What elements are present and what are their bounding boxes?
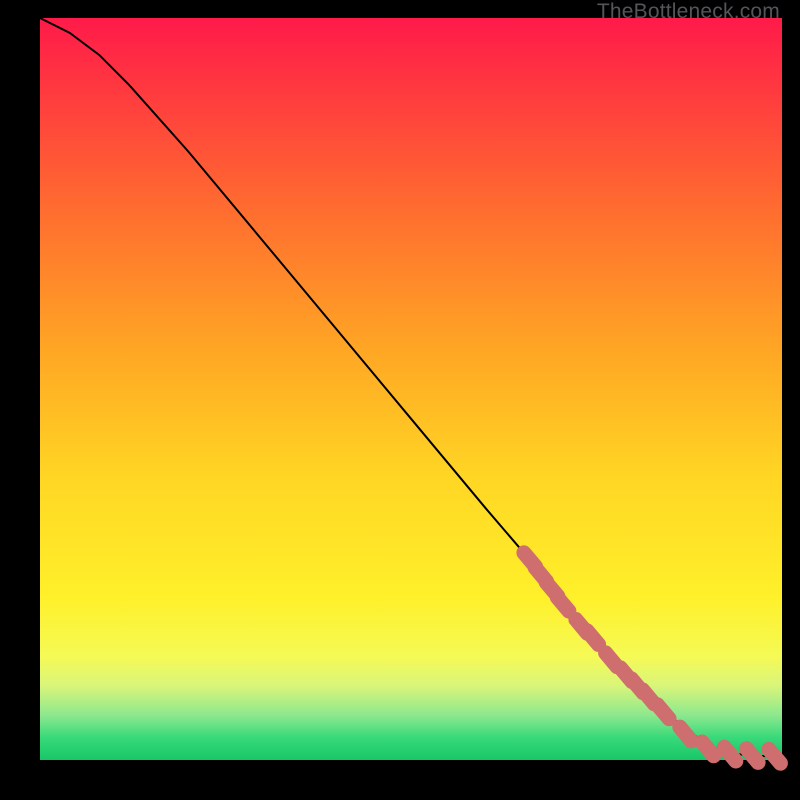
chart-plot-area <box>40 18 782 760</box>
curve-marker <box>587 631 599 645</box>
curve-marker <box>658 705 670 719</box>
curve-marker <box>769 749 781 763</box>
curve-marker <box>702 742 714 756</box>
curve-marker <box>557 597 569 611</box>
curve-marker <box>680 727 692 741</box>
curve-marker <box>724 747 736 761</box>
bottleneck-curve <box>40 18 782 756</box>
chart-svg <box>40 18 782 760</box>
curve-marker <box>747 749 759 763</box>
curve-markers <box>524 553 781 763</box>
